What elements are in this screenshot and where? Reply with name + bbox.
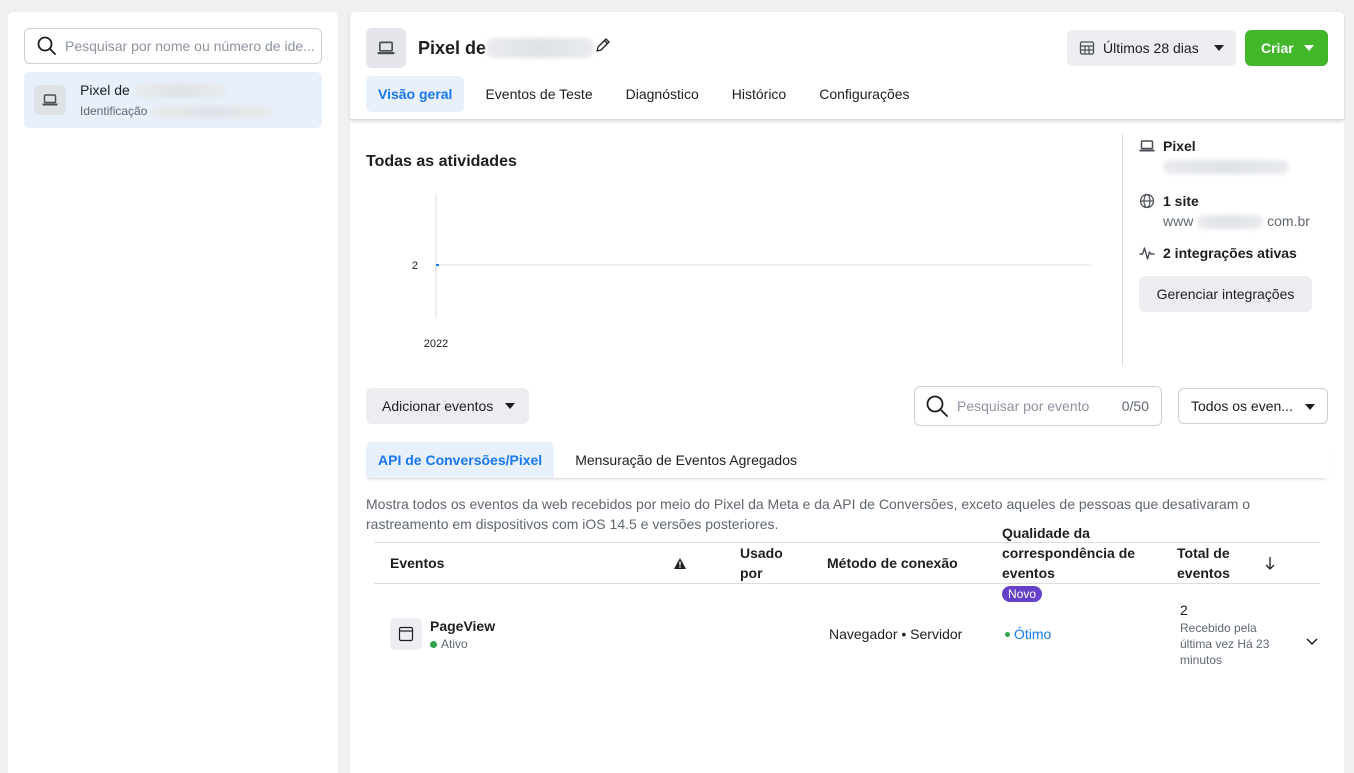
redacted-name xyxy=(486,38,594,58)
manage-integrations-button[interactable]: Gerenciar integrações xyxy=(1139,276,1312,312)
integrations-count: 2 integrações ativas xyxy=(1163,245,1297,261)
add-events-button[interactable]: Adicionar eventos xyxy=(366,388,529,424)
col-connection-method: Método de conexão xyxy=(827,555,958,571)
event-search-input[interactable] xyxy=(957,398,1107,414)
laptop-icon xyxy=(1139,140,1155,152)
create-button-label: Criar xyxy=(1261,40,1294,56)
calendar-icon xyxy=(1079,41,1095,55)
pixel-item-id: Identificação xyxy=(80,104,273,118)
site-url: www com.br xyxy=(1163,213,1310,230)
tab-settings[interactable]: Configurações xyxy=(807,76,921,112)
integrations-summary-row: 2 integrações ativas xyxy=(1139,245,1297,261)
event-filter-label: Todos os even... xyxy=(1191,398,1293,414)
pixel-list-panel: Pixel de Identificação xyxy=(8,12,338,773)
status-dot-icon xyxy=(430,640,437,648)
date-range-label: Últimos 28 dias xyxy=(1103,40,1199,56)
laptop-icon xyxy=(34,85,66,115)
arrow-down-icon[interactable] xyxy=(1265,557,1275,570)
site-count: 1 site xyxy=(1163,193,1199,209)
events-table-header: Eventos Usado por Método de conexão Qual… xyxy=(374,525,1320,584)
search-icon xyxy=(37,36,56,55)
pixel-header: Pixel de Últimos 28 dias Criar Visão ger… xyxy=(350,12,1344,120)
browser-window-icon xyxy=(390,618,422,650)
table-row[interactable]: PageView Ativo Navegador • Servidor Novo… xyxy=(374,584,1320,684)
status-dot-icon xyxy=(1005,631,1010,637)
col-used-by: Usado por xyxy=(740,545,783,581)
tab-conversions-api-pixel[interactable]: API de Conversões/Pixel xyxy=(366,442,555,478)
page-title: Pixel de xyxy=(418,38,487,58)
tab-test-events[interactable]: Eventos de Teste xyxy=(473,76,604,112)
event-name[interactable]: PageView xyxy=(430,618,495,634)
activity-chart: 2 2022 xyxy=(412,195,1092,350)
events-description: Mostra todos os eventos da web recebidos… xyxy=(366,496,1251,532)
event-match-quality[interactable]: Ótimo xyxy=(1005,626,1051,642)
search-icon xyxy=(926,395,948,417)
event-status: Ativo xyxy=(430,637,468,651)
activity-title: Todas as atividades xyxy=(366,153,517,170)
warning-icon xyxy=(674,558,686,569)
col-total-events[interactable]: Total de eventos xyxy=(1177,543,1237,583)
tab-diagnostics[interactable]: Diagnóstico xyxy=(614,76,711,112)
pencil-icon[interactable] xyxy=(595,37,611,53)
pixel-summary-row: Pixel xyxy=(1139,138,1289,175)
event-total: 2 xyxy=(1180,602,1188,618)
event-search-box[interactable]: 0/50 xyxy=(914,386,1162,426)
activity-pulse-icon xyxy=(1139,247,1155,260)
chevron-down-icon xyxy=(1304,45,1314,51)
pixel-search-box[interactable] xyxy=(24,28,322,64)
chart-y-tick-label: 2 xyxy=(412,260,418,272)
pixel-label: Pixel xyxy=(1163,138,1196,154)
event-connection-method: Navegador • Servidor xyxy=(829,626,963,642)
chevron-down-icon xyxy=(1214,45,1224,51)
col-events: Eventos xyxy=(390,555,445,571)
event-filter-dropdown[interactable]: Todos os even... xyxy=(1178,388,1328,424)
add-events-label: Adicionar eventos xyxy=(382,398,494,414)
chevron-down-icon xyxy=(505,403,515,409)
chart-x-tick-label: 2022 xyxy=(424,338,448,350)
chevron-down-icon[interactable] xyxy=(1306,638,1318,646)
new-badge: Novo xyxy=(1002,586,1043,602)
create-button[interactable]: Criar xyxy=(1245,30,1328,66)
date-range-button[interactable]: Últimos 28 dias xyxy=(1067,30,1236,66)
col-match-quality: Qualidade da correspondência de eventos xyxy=(1002,525,1136,581)
pixel-overview-panel: Pixel de Últimos 28 dias Criar Visão ger… xyxy=(350,12,1344,773)
tab-overview[interactable]: Visão geral xyxy=(366,76,465,112)
pixel-search-input[interactable] xyxy=(65,38,315,54)
chevron-down-icon xyxy=(1305,404,1315,410)
event-source-tabs: API de Conversões/Pixel Mensuração de Ev… xyxy=(366,442,1328,478)
tab-aggregated-event-measurement[interactable]: Mensuração de Eventos Agregados xyxy=(563,442,809,478)
event-last-received: Recebido pela última vez Há 23 minutos xyxy=(1180,621,1270,667)
laptop-icon xyxy=(366,28,406,68)
globe-icon xyxy=(1139,193,1155,209)
site-summary-row: 1 site www com.br xyxy=(1139,193,1310,230)
chart-data-point xyxy=(436,264,439,266)
tab-history[interactable]: Histórico xyxy=(720,76,798,112)
pixel-item-name: Pixel de xyxy=(80,82,226,99)
overview-tabs: Visão geral Eventos de Teste Diagnóstico… xyxy=(366,76,931,112)
event-search-count: 0/50 xyxy=(1121,398,1149,414)
pixel-list-item[interactable]: Pixel de Identificação xyxy=(24,72,322,128)
redacted-pixel-id xyxy=(1163,160,1289,175)
pixel-summary: Pixel 1 site www com.br 2 integrações at… xyxy=(1122,134,1336,366)
